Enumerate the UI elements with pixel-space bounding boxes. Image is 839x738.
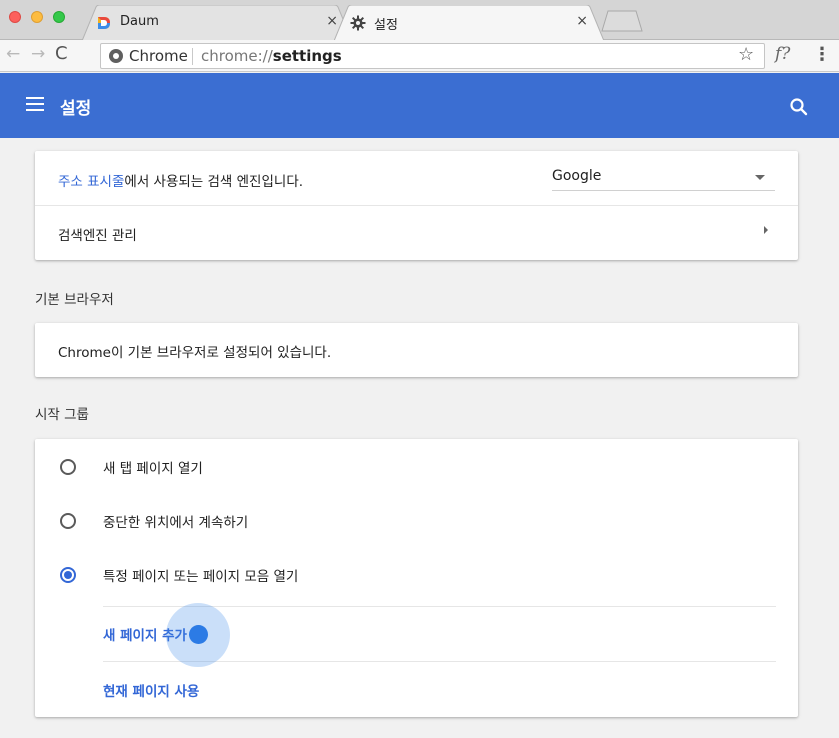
tab-daum[interactable]: Daum × xyxy=(82,5,352,41)
search-icon[interactable] xyxy=(789,97,809,117)
manage-search-engines-row[interactable]: 검색엔진 관리 xyxy=(35,206,798,260)
settings-header: 설정 xyxy=(0,73,839,138)
default-browser-card: Chrome이 기본 브라우저로 설정되어 있습니다. xyxy=(35,323,798,377)
cursor-indicator xyxy=(189,625,208,644)
chip-divider xyxy=(192,48,193,65)
window-minimize-button[interactable] xyxy=(31,11,43,23)
radio-label: 새 탭 페이지 열기 xyxy=(103,461,203,477)
tab-close-button[interactable]: × xyxy=(576,13,588,29)
url-scheme: chrome:// xyxy=(201,47,273,65)
menu-icon[interactable] xyxy=(26,97,44,111)
radio-label: 중단한 위치에서 계속하기 xyxy=(103,515,249,531)
radio-new-tab[interactable] xyxy=(60,459,76,475)
chrome-icon xyxy=(109,49,123,63)
forward-button[interactable]: → xyxy=(31,44,45,64)
page-title: 설정 xyxy=(60,99,92,119)
security-chip-label: Chrome xyxy=(129,47,188,65)
search-engine-card: 주소 표시줄에서 사용되는 검색 엔진입니다. Google 검색엔진 관리 xyxy=(35,151,798,260)
extension-icon[interactable]: f? xyxy=(775,44,790,64)
default-browser-section-title: 기본 브라우저 xyxy=(35,292,114,308)
address-bar-link[interactable]: 주소 표시줄 xyxy=(58,174,124,190)
browser-toolbar: ← → C Chrome chrome://settings xyxy=(0,40,839,72)
dropdown-caret-icon xyxy=(755,175,765,180)
url-text[interactable]: chrome://settings xyxy=(201,47,342,65)
default-browser-status: Chrome이 기본 브라우저로 설정되어 있습니다. xyxy=(58,345,332,361)
window-maximize-button[interactable] xyxy=(53,11,65,23)
radio-specific-pages[interactable] xyxy=(60,567,76,583)
reload-button[interactable]: C xyxy=(55,43,68,64)
startup-card: 새 탭 페이지 열기 중단한 위치에서 계속하기 특정 페이지 또는 페이지 모… xyxy=(35,439,798,717)
back-button[interactable]: ← xyxy=(6,44,20,64)
use-current-pages-button[interactable]: 현재 페이지 사용 xyxy=(103,680,199,700)
daum-favicon-icon xyxy=(98,17,110,29)
tab-strip: Daum × 설정 × xyxy=(0,0,839,41)
bookmark-star-icon[interactable]: ☆ xyxy=(738,44,754,65)
manage-search-engines-label: 검색엔진 관리 xyxy=(58,228,137,244)
window-close-button[interactable] xyxy=(9,11,21,23)
address-bar[interactable]: Chrome chrome://settings xyxy=(100,43,765,69)
chevron-right-icon xyxy=(764,226,768,234)
radio-continue[interactable] xyxy=(60,513,76,529)
startup-section-title: 시작 그룹 xyxy=(35,407,89,423)
new-tab-button[interactable] xyxy=(600,10,644,32)
search-engine-dropdown[interactable]: Google xyxy=(552,165,775,191)
tab-settings[interactable]: 설정 × xyxy=(334,5,604,41)
tab-title: 설정 xyxy=(374,18,398,33)
search-engine-description-text: 에서 사용되는 검색 엔진입니다. xyxy=(124,174,304,190)
url-path: settings xyxy=(272,47,342,65)
radio-label: 특정 페이지 또는 페이지 모음 열기 xyxy=(103,569,299,585)
search-engine-row: 주소 표시줄에서 사용되는 검색 엔진입니다. Google xyxy=(35,151,798,205)
search-engine-description: 주소 표시줄에서 사용되는 검색 엔진입니다. xyxy=(58,170,303,190)
tab-title: Daum xyxy=(120,14,159,29)
gear-icon xyxy=(350,15,366,31)
search-engine-selected-value: Google xyxy=(552,168,602,184)
browser-menu-button[interactable]: ⋮ xyxy=(813,44,831,65)
